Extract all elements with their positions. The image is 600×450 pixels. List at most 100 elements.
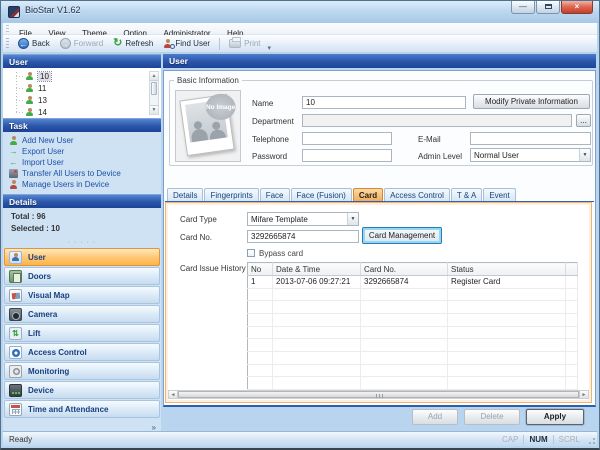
tree-item-user-10[interactable]: 10 — [7, 70, 161, 82]
tab-details[interactable]: Details — [167, 188, 203, 201]
nav-monitoring[interactable]: Monitoring — [4, 362, 160, 380]
scrollbar-thumb[interactable] — [151, 82, 157, 95]
tab-t-and-a[interactable]: T & A — [451, 188, 482, 201]
tab-access-control[interactable]: Access Control — [384, 188, 450, 201]
modify-private-information-button[interactable]: Modify Private Information — [473, 94, 590, 109]
sidebar-splitter[interactable]: · · · · · — [3, 240, 161, 248]
tree-item-label: 14 — [38, 108, 47, 117]
task-manage-users[interactable]: Manage Users in Device — [9, 179, 161, 190]
close-icon: × — [575, 2, 580, 11]
tab-face[interactable]: Face — [260, 188, 290, 201]
add-user-icon — [9, 136, 18, 145]
resize-grip[interactable] — [587, 436, 596, 445]
task-import-user[interactable]: ← Import User — [9, 157, 161, 168]
tree-item-user-11[interactable]: 11 — [7, 82, 161, 94]
scrollbar-thumb[interactable] — [178, 391, 579, 398]
tree-scrollbar[interactable]: ▲ ▼ — [149, 71, 159, 115]
task-label: Import User — [22, 158, 64, 167]
user-nav-icon — [9, 251, 22, 264]
card-management-button[interactable]: Card Management — [362, 227, 442, 244]
nav-lift[interactable]: ⇅ Lift — [4, 324, 160, 342]
tab-face-fusion[interactable]: Face (Fusion) — [291, 188, 352, 201]
email-field[interactable] — [470, 132, 591, 145]
selected-count: Selected : 10 — [11, 224, 161, 236]
task-add-new-user[interactable]: Add New User — [9, 135, 161, 146]
col-status[interactable]: Status — [448, 263, 566, 276]
department-field[interactable] — [302, 114, 572, 127]
close-button[interactable]: × — [561, 1, 593, 14]
admin-level-select[interactable]: Normal User ▼ — [470, 148, 591, 162]
nav-visual-map[interactable]: Visual Map — [4, 286, 160, 304]
delete-button[interactable]: Delete — [464, 409, 520, 425]
maximize-button[interactable] — [536, 1, 560, 14]
refresh-label: Refresh — [125, 39, 153, 48]
task-transfer-users[interactable]: Transfer All Users to Device — [9, 168, 161, 179]
user-icon — [25, 96, 34, 105]
card-issue-history-label: Card Issue History — [180, 264, 246, 273]
table-row[interactable]: 1 2013-07-06 09:27:21 3292665874 Registe… — [248, 276, 578, 289]
export-icon: → — [9, 147, 18, 156]
nav-doors[interactable]: Doors — [4, 267, 160, 285]
refresh-button[interactable]: ↻ Refresh — [108, 36, 158, 51]
polaroid-graphic: No Image — [179, 94, 234, 156]
task-label: Manage Users in Device — [22, 180, 109, 189]
forward-label: Forward — [74, 39, 103, 48]
minimize-button[interactable]: — — [511, 1, 535, 14]
task-export-user[interactable]: → Export User — [9, 146, 161, 157]
telephone-field[interactable] — [302, 132, 392, 145]
nav-label: Doors — [28, 272, 51, 281]
sidebar-user-header: User — [3, 54, 161, 68]
sidebar-nav: User Doors Visual Map Camera ⇅ Lift Acce… — [3, 248, 161, 418]
department-browse-button[interactable]: ... — [576, 114, 591, 127]
scroll-up-icon[interactable]: ▲ — [150, 72, 158, 81]
card-issue-history-table: No Date & Time Card No. Status 1 2013-07… — [247, 262, 578, 390]
title-bar: BioStar V1.62 — × — [1, 1, 599, 23]
print-button[interactable]: Print — [224, 37, 265, 50]
tree-item-label: 13 — [38, 96, 47, 105]
user-photo-placeholder[interactable]: No Image — [175, 90, 241, 162]
nav-user[interactable]: User — [4, 248, 160, 266]
bypass-card-checkbox[interactable] — [247, 249, 255, 257]
scroll-down-icon[interactable]: ▼ — [150, 105, 158, 114]
device-icon — [9, 384, 22, 397]
col-date-time[interactable]: Date & Time — [273, 263, 361, 276]
apply-button[interactable]: Apply — [526, 409, 584, 425]
tab-event[interactable]: Event — [483, 188, 515, 201]
num-lock-indicator: NUM — [523, 435, 552, 444]
name-field[interactable] — [302, 96, 466, 109]
department-label: Department — [252, 117, 294, 126]
toolbar-overflow-icon[interactable]: ▾ — [268, 44, 272, 52]
nav-device[interactable]: Device — [4, 381, 160, 399]
tree-item-user-14[interactable]: 14 — [7, 106, 161, 118]
scroll-right-icon[interactable]: ► — [579, 391, 588, 398]
forward-button[interactable]: → Forward — [55, 36, 108, 51]
scroll-left-icon[interactable]: ◄ — [169, 391, 178, 398]
email-label: E-Mail — [418, 135, 441, 144]
time-attendance-icon — [9, 403, 22, 416]
col-card-no[interactable]: Card No. — [361, 263, 448, 276]
tab-card[interactable]: Card — [353, 188, 383, 201]
sidebar-task-header: Task — [3, 118, 161, 132]
toolbar: ← Back → Forward ↻ Refresh Find User Pri… — [3, 35, 597, 53]
password-field[interactable] — [302, 149, 392, 162]
task-list: Add New User → Export User ← Import User… — [3, 132, 161, 194]
nav-access-control[interactable]: Access Control — [4, 343, 160, 361]
add-button[interactable]: Add — [412, 409, 458, 425]
card-type-select[interactable]: Mifare Template ▼ — [247, 212, 359, 226]
col-no[interactable]: No — [248, 263, 273, 276]
nav-time-attendance[interactable]: Time and Attendance — [4, 400, 160, 418]
back-button[interactable]: ← Back — [13, 36, 55, 51]
table-row-empty — [248, 326, 578, 339]
admin-level-label: Admin Level — [418, 152, 462, 161]
find-user-button[interactable]: Find User — [158, 37, 215, 50]
user-icon — [25, 84, 34, 93]
horizontal-scrollbar[interactable]: ◄ ► — [168, 390, 589, 399]
card-no-field[interactable] — [247, 230, 359, 243]
sidebar-details-header: Details — [3, 194, 161, 208]
find-user-label: Find User — [175, 39, 210, 48]
tree-item-user-13[interactable]: 13 — [7, 94, 161, 106]
nav-camera[interactable]: Camera — [4, 305, 160, 323]
tab-fingerprints[interactable]: Fingerprints — [204, 188, 258, 201]
user-tree: 10 11 13 14 ▲ ▼ — [3, 68, 161, 118]
card-no-label: Card No. — [180, 233, 212, 242]
